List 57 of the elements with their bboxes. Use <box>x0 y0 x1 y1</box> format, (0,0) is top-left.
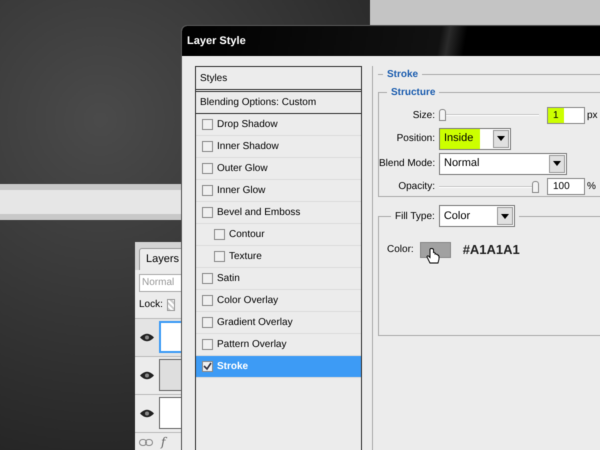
caret-icon <box>493 130 509 148</box>
style-item[interactable]: Color Overlay <box>196 290 361 312</box>
style-item[interactable]: Outer Glow <box>196 158 361 180</box>
style-item[interactable]: Drop Shadow <box>196 114 361 136</box>
style-item[interactable]: Inner Glow <box>196 180 361 202</box>
slider[interactable] <box>439 109 539 122</box>
field-label: Blend Mode: <box>379 157 436 171</box>
caret-icon <box>549 154 565 172</box>
style-item[interactable]: Bevel and Emboss <box>196 202 361 224</box>
eye-icon[interactable] <box>140 370 154 380</box>
caret-icon <box>496 207 513 225</box>
fx-button[interactable]: f <box>161 433 166 450</box>
lock-icon[interactable] <box>166 298 175 310</box>
window-title: Layer Style <box>187 34 246 49</box>
slider[interactable] <box>439 180 539 193</box>
eye-icon[interactable] <box>140 408 154 418</box>
dropdown[interactable]: Normal <box>439 152 567 174</box>
checkbox[interactable] <box>202 273 213 284</box>
style-item[interactable]: Texture <box>196 246 361 268</box>
styles-header[interactable]: Styles <box>196 67 361 92</box>
eye-icon[interactable] <box>140 332 154 342</box>
checkbox[interactable] <box>202 295 213 306</box>
style-item[interactable]: Inner Shadow <box>196 136 361 158</box>
checkbox[interactable] <box>214 229 225 240</box>
dropdown-value: Inside <box>440 128 480 148</box>
checkbox[interactable] <box>202 185 213 196</box>
checkbox[interactable] <box>214 251 225 262</box>
unit-label: % <box>587 180 596 194</box>
checkbox[interactable] <box>202 141 213 152</box>
dropdown[interactable]: Color <box>438 205 515 227</box>
slider-thumb[interactable] <box>532 180 539 193</box>
dropdown-value: Color <box>442 208 472 224</box>
dropdown-value: Normal <box>443 156 480 172</box>
checkbox[interactable] <box>202 339 213 350</box>
dropdown[interactable]: Inside <box>439 128 511 150</box>
style-item[interactable]: Gradient Overlay <box>196 312 361 334</box>
field-label: Size: <box>412 108 436 123</box>
checkbox[interactable] <box>202 317 213 328</box>
checkbox[interactable] <box>202 119 213 130</box>
style-item[interactable]: Blending Options: Custom <box>196 92 361 114</box>
checkbox[interactable] <box>202 361 213 372</box>
field-label: Position: <box>396 132 436 146</box>
unit-label: px <box>587 108 598 123</box>
size-field[interactable]: 1 <box>547 106 585 124</box>
color-hex: #A1A1A1 <box>462 241 520 259</box>
hand-cursor-icon <box>426 248 440 265</box>
link-icon[interactable] <box>139 438 153 446</box>
checkbox[interactable] <box>202 163 213 174</box>
field-label: Opacity: <box>397 180 436 194</box>
style-item[interactable]: Satin <box>196 268 361 290</box>
section-title: Stroke <box>386 68 420 82</box>
lock-label: Lock: <box>139 298 163 312</box>
opacity-field[interactable]: 100 <box>547 178 585 196</box>
checkbox[interactable] <box>202 207 213 218</box>
field-label: Color: <box>387 243 414 258</box>
slider-thumb[interactable] <box>439 109 446 122</box>
style-item[interactable]: Contour <box>196 224 361 246</box>
